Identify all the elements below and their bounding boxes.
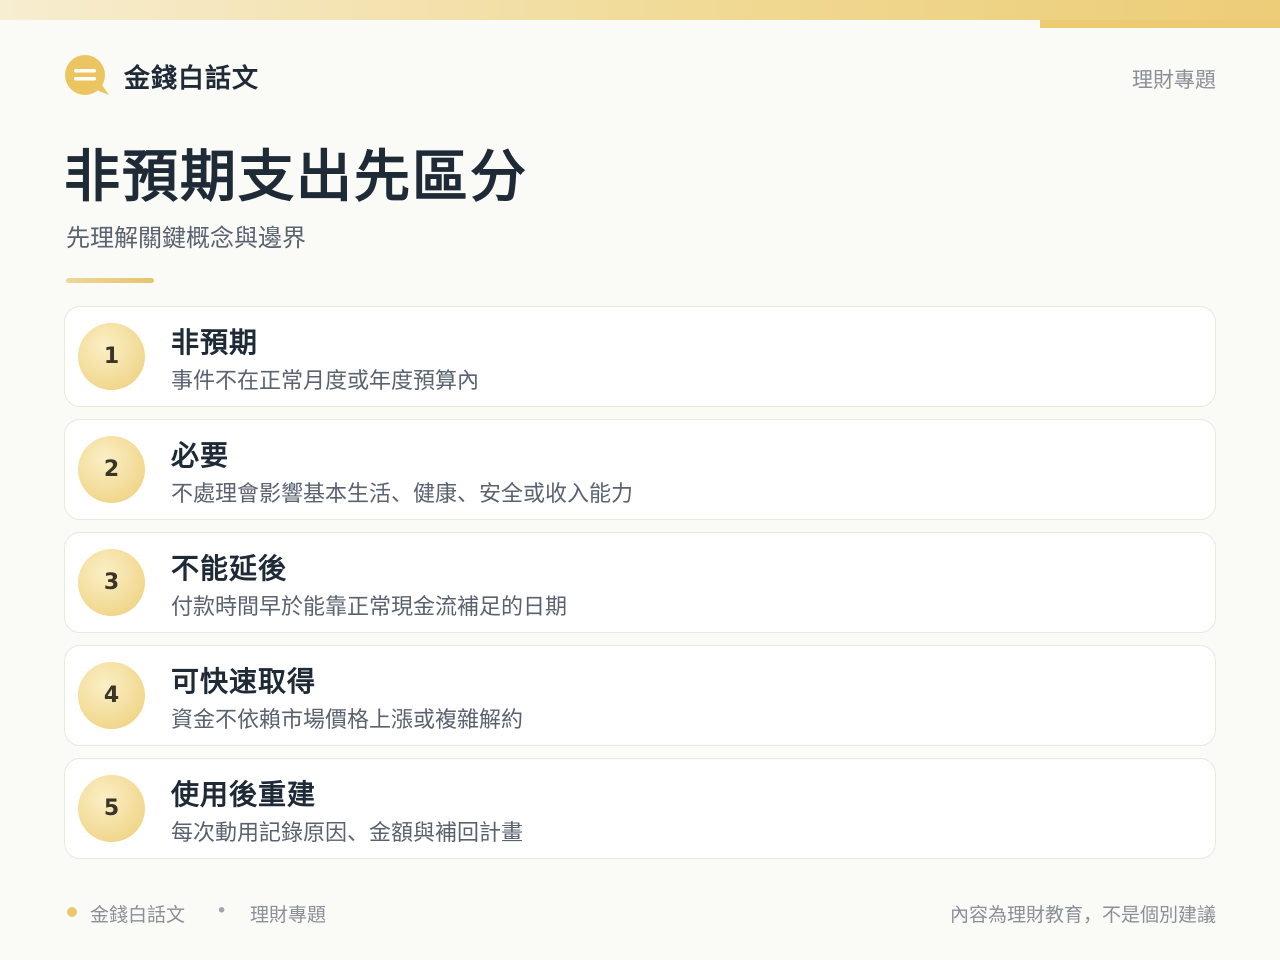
card-number-badge: 3 [78, 549, 145, 616]
card-title: 不能延後 [171, 552, 288, 585]
footer-separator: • [216, 900, 228, 922]
card-description: 每次動用記錄原因、金額與補回計畫 [171, 821, 524, 846]
concept-card: 1 非預期 事件不在正常月度或年度預算內 [64, 306, 1216, 407]
concept-card-list: 1 非預期 事件不在正常月度或年度預算內 2 必要 不處理會影響基本生活、健康、… [64, 306, 1216, 871]
concept-card: 2 必要 不處理會影響基本生活、健康、安全或收入能力 [64, 419, 1216, 520]
top-accent-tab [1040, 20, 1280, 28]
footer-dot-icon [67, 907, 77, 917]
header-topic-tag: 理財專題 [1132, 68, 1216, 92]
top-accent-bar [0, 0, 1280, 20]
card-description: 資金不依賴市場價格上漲或複雜解約 [171, 708, 524, 733]
footer: 金錢白話文 • 理財專題 內容為理財教育，不是個別建議 [64, 900, 1216, 926]
title-underline [66, 278, 154, 283]
concept-card: 3 不能延後 付款時間早於能靠正常現金流補足的日期 [64, 532, 1216, 633]
card-description: 不處理會影響基本生活、健康、安全或收入能力 [171, 482, 634, 507]
concept-card: 5 使用後重建 每次動用記錄原因、金額與補回計畫 [64, 758, 1216, 859]
speech-bubble-icon [65, 55, 109, 95]
brand: 金錢白話文 [64, 54, 259, 98]
footer-brand: 金錢白話文 [90, 904, 186, 926]
card-title: 必要 [171, 439, 230, 472]
card-description: 事件不在正常月度或年度預算內 [171, 369, 480, 394]
card-number-badge: 1 [78, 323, 145, 390]
card-title: 使用後重建 [171, 778, 317, 811]
card-title: 可快速取得 [171, 665, 317, 698]
card-number-badge: 4 [78, 662, 145, 729]
page-title: 非預期支出先區分 [64, 145, 528, 210]
footer-topic: 理財專題 [250, 904, 327, 926]
page-subtitle: 先理解關鍵概念與邊界 [66, 224, 306, 252]
card-number-badge: 2 [78, 436, 145, 503]
footer-disclaimer: 內容為理財教育，不是個別建議 [949, 904, 1216, 926]
card-title: 非預期 [171, 326, 259, 359]
card-description: 付款時間早於能靠正常現金流補足的日期 [171, 595, 568, 620]
concept-card: 4 可快速取得 資金不依賴市場價格上漲或複雜解約 [64, 645, 1216, 746]
brand-name: 金錢白話文 [124, 63, 260, 94]
card-number-badge: 5 [78, 775, 145, 842]
page: 金錢白話文 理財專題 非預期支出先區分 先理解關鍵概念與邊界 1 非預期 事件不… [0, 0, 1280, 960]
